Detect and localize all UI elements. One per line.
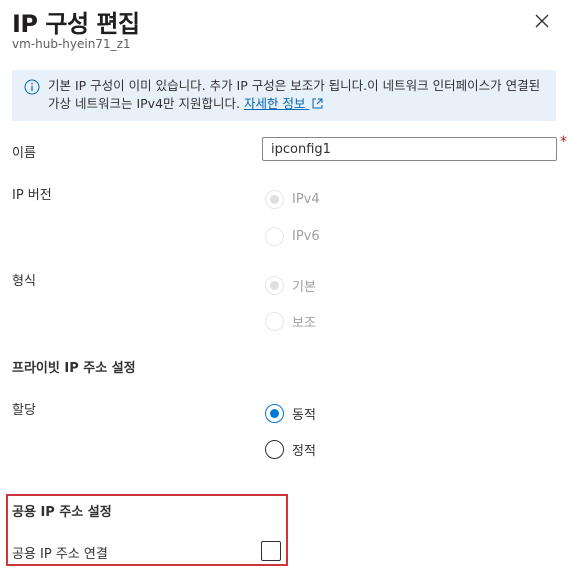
radio-label: IPv4: [292, 192, 320, 207]
ip-version-label: IP 버전: [12, 188, 52, 203]
page-title: IP 구성 편집: [12, 10, 140, 38]
radio-secondary[interactable]: 보조: [265, 312, 316, 331]
info-icon: [24, 79, 40, 95]
radio-label: 기본: [292, 280, 316, 295]
close-button[interactable]: [531, 10, 553, 32]
radio-ipv4[interactable]: IPv4: [265, 190, 320, 209]
close-icon: [535, 14, 549, 28]
public-ip-associate-checkbox[interactable]: [261, 541, 281, 561]
radio-circle: [265, 190, 284, 209]
learn-more-link[interactable]: 자세한 정보: [244, 96, 309, 111]
radio-label: 보조: [292, 316, 316, 331]
assignment-label: 할당: [12, 403, 36, 418]
radio-ipv6[interactable]: IPv6: [265, 227, 320, 246]
radio-circle: [265, 312, 284, 331]
public-ip-associate-label: 공용 IP 주소 연결: [12, 547, 108, 562]
radio-static[interactable]: 정적: [265, 440, 316, 459]
required-indicator: *: [560, 134, 567, 150]
radio-circle: [265, 440, 284, 459]
name-label: 이름: [12, 146, 36, 161]
name-input[interactable]: [262, 137, 557, 161]
info-message: 기본 IP 구성이 이미 있습니다. 추가 IP 구성은 보조가 됩니다.이 네…: [48, 77, 548, 113]
radio-circle: [265, 404, 284, 423]
info-banner: 기본 IP 구성이 이미 있습니다. 추가 IP 구성은 보조가 됩니다.이 네…: [12, 70, 556, 121]
public-ip-section-header: 공용 IP 주소 설정: [12, 505, 112, 520]
radio-label: IPv6: [292, 229, 320, 244]
radio-label: 동적: [292, 408, 316, 423]
radio-label: 정적: [292, 444, 316, 459]
radio-circle: [265, 276, 284, 295]
radio-circle: [265, 227, 284, 246]
private-ip-section-header: 프라이빗 IP 주소 설정: [12, 361, 136, 376]
radio-primary[interactable]: 기본: [265, 276, 316, 295]
radio-dynamic[interactable]: 동적: [265, 404, 316, 423]
type-label: 형식: [12, 274, 36, 289]
page-subtitle: vm-hub-hyein71_z1: [12, 37, 131, 51]
external-link-icon[interactable]: [312, 98, 323, 109]
